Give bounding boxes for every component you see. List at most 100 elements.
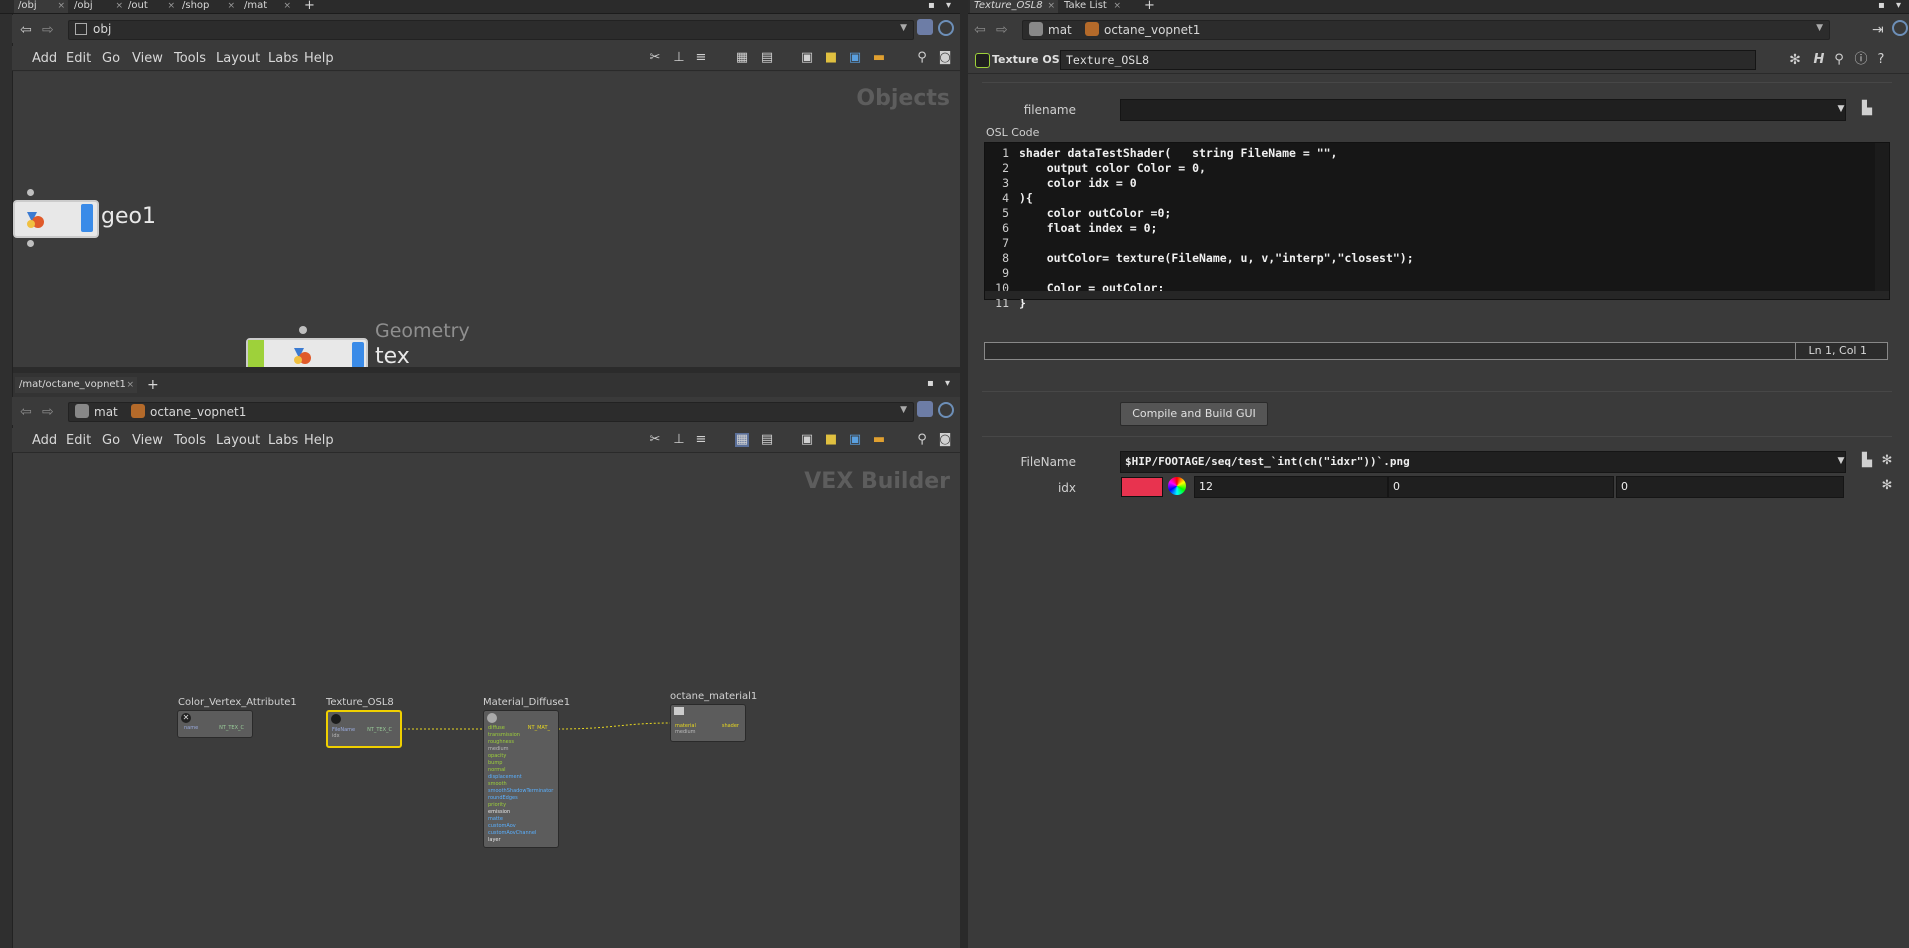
grid-list-icon[interactable]: ▤ <box>760 51 774 65</box>
input-connector[interactable] <box>299 326 307 334</box>
path-chip-mat[interactable]: mat <box>75 402 118 422</box>
search-icon[interactable]: ⚲ <box>915 51 929 65</box>
idx-color-swatch[interactable] <box>1121 477 1163 497</box>
grid-list-icon[interactable]: ▤ <box>760 433 774 447</box>
objects-network[interactable]: Objects geo1 Geometry tex <box>13 72 960 372</box>
path-field[interactable]: mat octane_vopnet1 ▼ <box>68 402 914 422</box>
list-icon[interactable]: ≡ <box>694 433 708 447</box>
texture-osl-node[interactable]: FileName idx NT_TEX_C <box>326 710 402 748</box>
pin-icon[interactable]: ⇥ <box>1872 22 1884 38</box>
pane-menu-icon[interactable]: ▪ <box>923 378 934 391</box>
add-tab-button[interactable]: + <box>300 0 318 13</box>
menu-edit[interactable]: Edit <box>66 433 91 448</box>
file-browse-icon[interactable]: ▙ <box>1860 102 1874 116</box>
color-wheel-icon[interactable] <box>1168 477 1186 495</box>
display-flag[interactable] <box>81 204 93 232</box>
info-icon[interactable]: ⓘ <box>1854 53 1868 67</box>
back-arrow-icon[interactable]: ⇦ <box>20 404 32 420</box>
search-icon[interactable]: ⚲ <box>1832 53 1846 67</box>
add-tab-button[interactable]: + <box>143 377 159 393</box>
path-chip-vopnet[interactable]: octane_vopnet1 <box>131 402 246 422</box>
vex-builder-network[interactable]: VEX Builder Color_Vertex_Attribute1 ✕ na… <box>13 453 960 948</box>
menu-layout[interactable]: Layout <box>216 433 260 448</box>
compile-button[interactable]: Compile and Build GUI <box>1120 402 1268 426</box>
palette-icon[interactable]: ▬ <box>872 51 886 65</box>
link-icon[interactable] <box>938 402 954 418</box>
tab-mat[interactable]: /mat × <box>240 0 294 13</box>
file-browse-icon[interactable]: ▙ <box>1860 454 1874 468</box>
pane-menu-icon[interactable]: ▪ <box>1874 0 1885 13</box>
gear-icon[interactable]: ✻ <box>1788 53 1802 67</box>
gear-icon[interactable]: ✻ <box>1880 454 1894 468</box>
chevron-down-icon[interactable]: ▼ <box>1834 454 1848 468</box>
chevron-down-icon[interactable]: ▼ <box>1834 102 1848 116</box>
image-icon[interactable]: ▣ <box>848 51 862 65</box>
tab-mat-vopnet[interactable]: /mat/octane_vopnet1 × <box>15 377 137 393</box>
menu-edit[interactable]: Edit <box>66 51 91 66</box>
tab-texture-osl[interactable]: Texture_OSL8 × <box>970 0 1058 13</box>
back-arrow-icon[interactable]: ⇦ <box>974 22 986 38</box>
filename2-field[interactable]: $HIP/FOOTAGE/seq/test_`int(ch("idxr"))`.… <box>1120 451 1846 473</box>
path-chip-vopnet[interactable]: octane_vopnet1 <box>1085 20 1200 40</box>
octane-material-node[interactable]: material medium shader <box>670 704 746 742</box>
tab-out[interactable]: /out × <box>124 0 178 13</box>
help-h-icon[interactable]: H <box>1812 53 1826 67</box>
snapshot-icon[interactable]: ◙ <box>938 51 952 65</box>
close-icon[interactable]: × <box>57 0 65 12</box>
osl-code-editor[interactable]: 1 shader dataTestShader( string FileName … <box>984 142 1890 310</box>
idx-r-field[interactable]: 12 <box>1194 476 1388 498</box>
color-vertex-attribute-node[interactable]: ✕ name NT_TEX_C <box>177 710 253 738</box>
gear-icon[interactable]: ✻ <box>1880 479 1894 493</box>
vertical-scrollbar[interactable] <box>1875 143 1889 299</box>
menu-tools[interactable]: Tools <box>174 51 206 66</box>
tree-icon[interactable]: ⊥ <box>672 433 686 447</box>
link-icon[interactable] <box>1892 20 1908 36</box>
output-connector[interactable] <box>27 240 34 247</box>
chevron-down-icon[interactable]: ▼ <box>900 405 907 415</box>
close-icon[interactable]: × <box>1113 0 1121 12</box>
template-flag[interactable] <box>248 340 264 370</box>
snapshot-icon[interactable]: ◙ <box>938 433 952 447</box>
tab-obj-2[interactable]: /obj × <box>70 0 126 13</box>
image-icon[interactable]: ▣ <box>848 433 862 447</box>
add-tab-button[interactable]: + <box>1140 0 1155 13</box>
pane-menu-icon[interactable]: ▪ <box>924 0 942 13</box>
path-field[interactable]: mat octane_vopnet1 ▼ <box>1022 20 1830 40</box>
filename-field[interactable] <box>1120 99 1846 121</box>
sticky-note-icon[interactable]: ■ <box>824 51 838 65</box>
chevron-down-icon[interactable]: ▼ <box>900 23 907 33</box>
forward-arrow-icon[interactable]: ⇨ <box>42 22 54 38</box>
pane-dropdown-icon[interactable]: ▾ <box>942 0 960 13</box>
wrench-icon[interactable]: ✂ <box>648 51 662 65</box>
menu-labs[interactable]: Labs <box>268 433 298 448</box>
menu-add[interactable]: Add <box>32 433 57 448</box>
close-icon[interactable]: × <box>167 0 175 12</box>
menu-help[interactable]: Help <box>304 433 334 448</box>
network-box-icon[interactable]: ▣ <box>800 433 814 447</box>
list-icon[interactable]: ≡ <box>694 51 708 65</box>
menu-go[interactable]: Go <box>102 433 120 448</box>
tab-take-list[interactable]: Take List × <box>1060 0 1124 13</box>
display-flag[interactable] <box>352 342 364 368</box>
sticky-note-icon[interactable]: ■ <box>824 433 838 447</box>
idx-g-field[interactable]: 0 <box>1388 476 1614 498</box>
menu-view[interactable]: View <box>132 51 163 66</box>
idx-b-field[interactable]: 0 <box>1616 476 1844 498</box>
close-icon[interactable]: × <box>115 0 123 12</box>
pin-icon[interactable] <box>917 401 933 417</box>
pin-icon[interactable] <box>917 19 933 35</box>
close-icon[interactable]: × <box>1047 0 1055 12</box>
path-chip-mat[interactable]: mat <box>1029 20 1072 40</box>
menu-help[interactable]: Help <box>304 51 334 66</box>
chevron-down-icon[interactable]: ▼ <box>1816 23 1823 33</box>
node-name-field[interactable]: Texture_OSL8 <box>1060 50 1756 70</box>
menu-labs[interactable]: Labs <box>268 51 298 66</box>
material-diffuse-node[interactable]: NT_MAT_ diffuse transmission roughness medi… <box>483 710 559 848</box>
grid-icon[interactable]: ▦ <box>735 51 749 65</box>
link-icon[interactable] <box>938 20 954 36</box>
palette-icon[interactable]: ▬ <box>872 433 886 447</box>
menu-view[interactable]: View <box>132 433 163 448</box>
menu-tools[interactable]: Tools <box>174 433 206 448</box>
tab-shop[interactable]: /shop × <box>178 0 238 13</box>
tree-icon[interactable]: ⊥ <box>672 51 686 65</box>
